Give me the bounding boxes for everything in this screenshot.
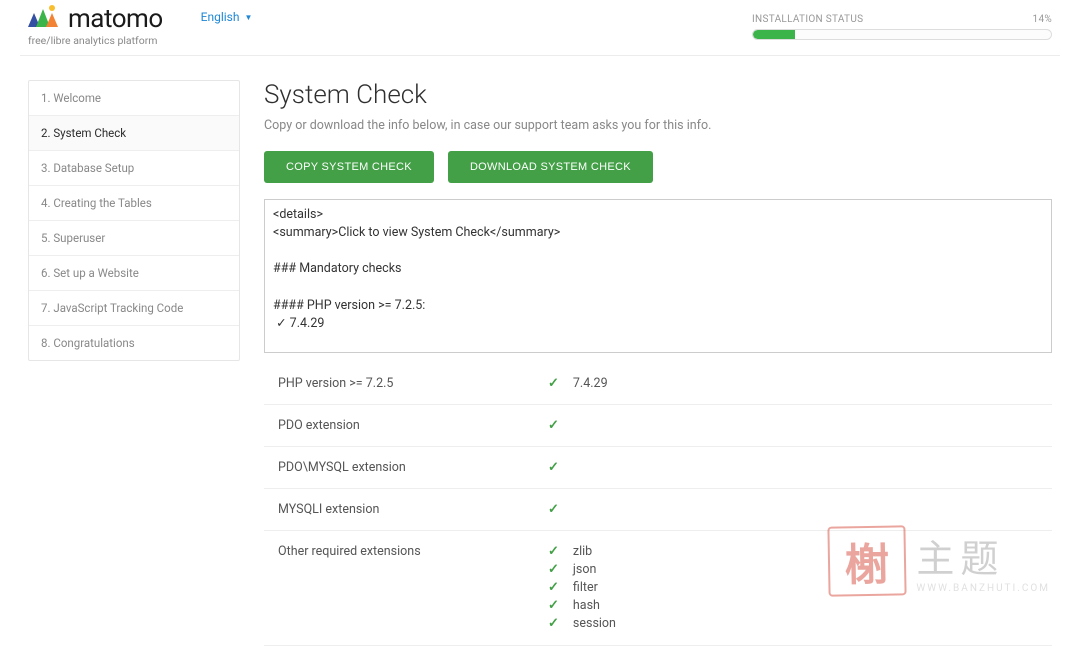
page-subtitle: Copy or download the info below, in case… (264, 118, 1052, 133)
download-system-check-button[interactable]: DOWNLOAD SYSTEM CHECK (448, 151, 653, 183)
check-ok-icon: ✓ (548, 562, 559, 579)
ext-name: hash (573, 598, 600, 614)
check-label: PHP version >= 7.2.5 (278, 376, 548, 391)
ext-name: filter (573, 580, 598, 596)
sidebar-item-superuser[interactable]: 5. Superuser (29, 221, 239, 256)
check-ok-icon: ✓ (548, 418, 559, 433)
ext-name: json (573, 562, 596, 578)
check-label: Other required extensions (278, 544, 548, 632)
checks-table: PHP version >= 7.2.5 ✓ 7.4.29 PDO extens… (264, 363, 1052, 646)
check-label: MYSQLI extension (278, 502, 548, 517)
check-ok-icon: ✓ (548, 580, 559, 597)
caret-down-icon: ▼ (244, 13, 252, 22)
page-title: System Check (264, 80, 1052, 110)
brand-name: matomo (68, 4, 163, 34)
install-steps-sidebar: 1. Welcome 2. System Check 3. Database S… (28, 80, 240, 361)
progress-fill (753, 30, 795, 39)
check-value: 7.4.29 (573, 376, 608, 391)
sidebar-item-congratulations[interactable]: 8. Congratulations (29, 326, 239, 360)
check-row-pdo: PDO extension ✓ (264, 405, 1052, 447)
brand-tagline: free/libre analytics platform (28, 34, 163, 47)
check-row-mysqli: MYSQLI extension ✓ (264, 489, 1052, 531)
language-label: English (201, 10, 240, 24)
sidebar-item-tracking-code[interactable]: 7. JavaScript Tracking Code (29, 291, 239, 326)
logo-mark-icon (28, 7, 62, 27)
sidebar-item-system-check[interactable]: 2. System Check (29, 116, 239, 151)
check-row-other-extensions: Other required extensions ✓ zlib ✓ json ✓ f… (264, 531, 1052, 646)
check-ok-icon: ✓ (548, 502, 559, 517)
ext-name: session (573, 616, 616, 632)
check-ok-icon: ✓ (548, 376, 559, 391)
check-ok-icon: ✓ (548, 544, 559, 561)
progress-bar (752, 29, 1052, 40)
status-percent: 14% (1033, 14, 1052, 25)
check-ok-icon: ✓ (548, 460, 559, 475)
language-selector[interactable]: English ▼ (201, 10, 253, 24)
check-ok-icon: ✓ (548, 598, 559, 615)
install-status: INSTALLATION STATUS 14% (752, 14, 1052, 40)
ext-name: zlib (573, 544, 592, 560)
top-bar: matomo free/libre analytics platform Eng… (20, 4, 1060, 56)
check-label: PDO extension (278, 418, 548, 433)
check-row-pdo-mysql: PDO\MYSQL extension ✓ (264, 447, 1052, 489)
status-label: INSTALLATION STATUS (752, 14, 863, 25)
brand-logo: matomo free/libre analytics platform (28, 4, 163, 47)
sidebar-item-creating-tables[interactable]: 4. Creating the Tables (29, 186, 239, 221)
system-check-textarea[interactable] (264, 199, 1052, 353)
check-ok-icon: ✓ (548, 616, 559, 633)
check-label: PDO\MYSQL extension (278, 460, 548, 475)
check-row-php-version: PHP version >= 7.2.5 ✓ 7.4.29 (264, 363, 1052, 405)
copy-system-check-button[interactable]: COPY SYSTEM CHECK (264, 151, 434, 183)
sidebar-item-welcome[interactable]: 1. Welcome (29, 81, 239, 116)
sidebar-item-database-setup[interactable]: 3. Database Setup (29, 151, 239, 186)
main-content: System Check Copy or download the info b… (264, 80, 1052, 646)
sidebar-item-setup-website[interactable]: 6. Set up a Website (29, 256, 239, 291)
